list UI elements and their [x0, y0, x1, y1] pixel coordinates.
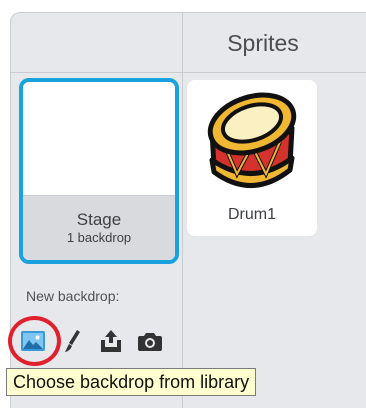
upload-icon: [101, 330, 121, 352]
sprite-card[interactable]: Drum1: [187, 80, 317, 236]
paintbrush-icon: [65, 330, 80, 352]
drum-sprite-thumbnail: [207, 92, 297, 188]
stage-info: Stage 1 backdrop: [23, 195, 175, 260]
new-backdrop-label: New backdrop:: [26, 288, 120, 304]
paint-new-backdrop-button[interactable]: [60, 328, 86, 354]
stage-name: Stage: [76, 210, 122, 229]
stage-card[interactable]: Stage 1 backdrop: [19, 78, 179, 264]
sprite-name: Drum1: [227, 206, 276, 223]
header-divider: [10, 72, 366, 73]
tooltip: Choose backdrop from library: [6, 368, 257, 396]
stage-backdrop-count: 1 backdrop: [66, 230, 132, 245]
new-backdrop-from-camera-button[interactable]: [137, 328, 163, 354]
sprites-title: Sprites: [227, 29, 299, 56]
upload-backdrop-from-file-button[interactable]: [98, 328, 124, 354]
stage-thumbnail: [23, 82, 175, 198]
highlight-circle: [8, 316, 61, 366]
camera-icon: [138, 333, 162, 351]
